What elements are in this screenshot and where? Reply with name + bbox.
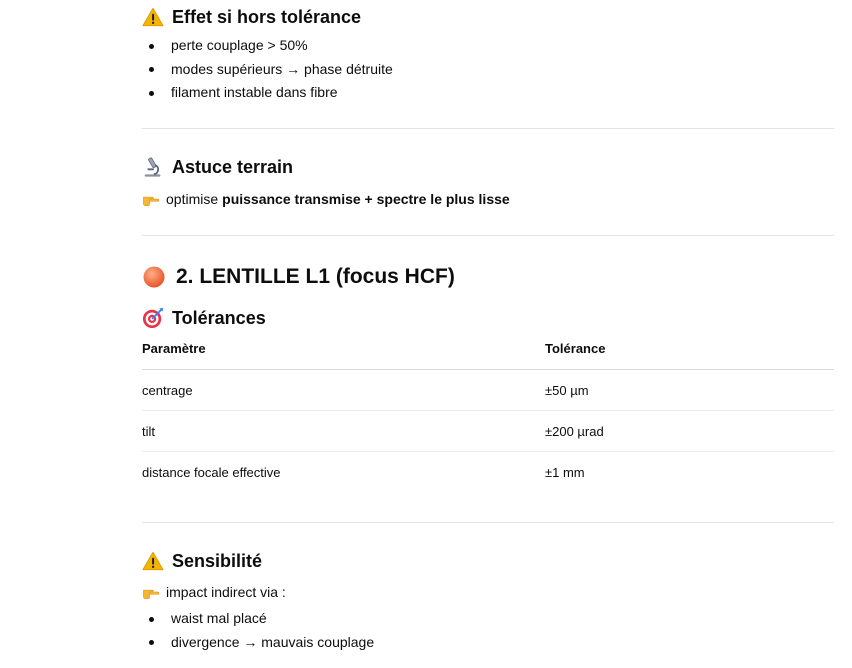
sensitivity-intro-text: impact indirect via :: [166, 584, 286, 600]
table-cell: centrage: [142, 369, 545, 411]
list-item: filament instable dans fibre: [142, 81, 393, 105]
divider: [142, 522, 834, 523]
table-row: tilt ±200 µrad: [142, 410, 834, 452]
tip-text-prefix: optimise: [166, 191, 219, 207]
sensitivity-title: Sensibilité: [172, 551, 263, 571]
table-cell: ±1 mm: [545, 464, 585, 480]
lens-heading: 2. LENTILLE L1 (focus HCF): [142, 263, 455, 291]
table-row: distance focale effective ±1 mm: [142, 452, 834, 493]
effect-list: perte couplage > 50% modes supérieurs → …: [142, 34, 393, 105]
table-cell: tilt: [142, 410, 545, 452]
effect-title: Effet si hors tolérance: [172, 7, 362, 27]
section-tolerances: Tolérances Paramètre Tolérance centrage …: [142, 306, 834, 492]
list-item: divergence → mauvais couplage: [142, 631, 374, 655]
orange-circle-icon: [143, 266, 165, 288]
list-item: waist mal placé: [142, 607, 374, 631]
section-lens: 2. LENTILLE L1 (focus HCF): [142, 263, 455, 291]
table-cell: distance focale effective: [142, 464, 281, 480]
table-row: centrage ±50 µm: [142, 369, 834, 411]
tolerances-title: Tolérances: [172, 308, 266, 328]
list-item: perte couplage > 50%: [142, 34, 393, 58]
divider: [142, 128, 834, 129]
tolerances-table: Paramètre Tolérance centrage ±50 µm tilt…: [142, 341, 834, 492]
lens-title: 2. LENTILLE L1 (focus HCF): [176, 265, 455, 288]
pointing-hand-icon: [143, 196, 160, 207]
tip-heading: Astuce terrain: [142, 155, 510, 179]
warning-icon: [142, 551, 164, 571]
tolerances-heading: Tolérances: [142, 306, 834, 330]
tip-title: Astuce terrain: [172, 157, 294, 177]
tip-paragraph: optimise puissance transmise + spectre l…: [142, 188, 510, 210]
sensitivity-heading: Sensibilité: [142, 549, 374, 573]
tip-text-bold: puissance transmise + spectre le plus li…: [222, 191, 510, 207]
target-icon: [142, 307, 164, 329]
header-parameter: Paramètre: [142, 341, 545, 370]
warning-icon: [142, 7, 164, 27]
table-header-row: Paramètre Tolérance: [142, 341, 834, 370]
section-effect: Effet si hors tolérance perte couplage >…: [142, 5, 393, 105]
list-item: modes supérieurs → phase détruite: [142, 58, 393, 82]
section-sensitivity: Sensibilité impact indirect via : waist …: [142, 549, 374, 654]
divider: [142, 235, 834, 236]
pointing-hand-icon: [143, 589, 160, 600]
table-cell: ±50 µm: [545, 369, 834, 411]
section-tip: Astuce terrain optimise puissance transm…: [142, 155, 510, 210]
effect-heading: Effet si hors tolérance: [142, 5, 393, 29]
sensitivity-intro: impact indirect via :: [142, 581, 374, 603]
table-cell: ±200 µrad: [545, 410, 834, 452]
microscope-icon: [144, 157, 161, 177]
header-tolerance: Tolérance: [545, 341, 834, 370]
sensitivity-list: waist mal placé divergence → mauvais cou…: [142, 607, 374, 654]
